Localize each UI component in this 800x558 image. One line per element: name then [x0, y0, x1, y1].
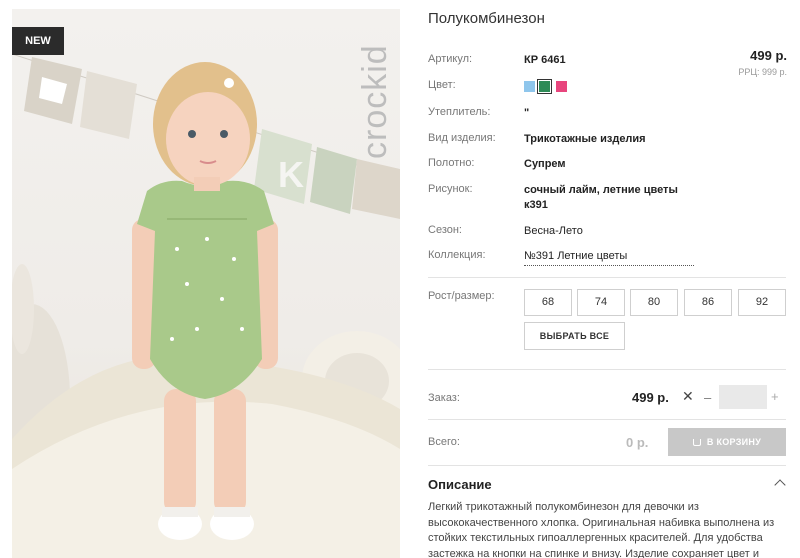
product-price: 499 р. — [750, 48, 787, 63]
add-to-cart-button[interactable]: В КОРЗИНУ — [668, 428, 786, 456]
product-title: Полукомбинезон — [428, 10, 545, 27]
select-all-sizes-button[interactable]: ВЫБРАТЬ ВСЕ — [524, 322, 625, 350]
article-value: КР 6461 — [524, 54, 566, 66]
description-text: Легкий трикотажный полукомбинезон для де… — [428, 501, 775, 558]
cart-icon — [692, 439, 701, 446]
color-label: Цвет: — [428, 79, 456, 91]
add-to-cart-label: В КОРЗИНУ — [706, 437, 762, 447]
svg-text:K: K — [278, 154, 304, 195]
new-badge: NEW — [12, 27, 64, 55]
order-price: 499 р. — [632, 390, 669, 405]
fabric-label: Полотно: — [428, 157, 475, 169]
season-label: Сезон: — [428, 224, 462, 236]
size-option-86[interactable]: 86 — [684, 289, 732, 316]
insulation-label: Утеплитель: — [428, 106, 491, 118]
size-option-68[interactable]: 68 — [524, 289, 572, 316]
insulation-value: " — [524, 107, 530, 119]
size-option-92[interactable]: 92 — [738, 289, 786, 316]
color-swatch-pink[interactable] — [556, 81, 567, 92]
collection-label: Коллекция: — [428, 249, 486, 261]
divider — [428, 419, 786, 420]
increase-quantity-button[interactable]: + — [771, 389, 779, 404]
times-icon: ✕ — [682, 388, 694, 404]
pattern-label: Рисунок: — [428, 183, 473, 195]
quantity-input[interactable] — [719, 385, 767, 409]
type-label: Вид изделия: — [428, 132, 496, 144]
chevron-up-icon[interactable] — [774, 479, 786, 491]
decrease-quantity-button[interactable]: – — [704, 390, 711, 405]
total-label: Всего: — [428, 436, 460, 448]
product-image: K — [12, 53, 400, 558]
type-value: Трикотажные изделия — [524, 133, 646, 145]
pattern-value: сочный лайм, летние цветы к391 — [524, 184, 678, 211]
size-option-80[interactable]: 80 — [630, 289, 678, 316]
size-label: Рост/размер: — [428, 290, 495, 302]
recommended-price: РРЦ: 999 р. — [738, 67, 787, 77]
size-option-74[interactable]: 74 — [577, 289, 625, 316]
description-title[interactable]: Описание — [428, 477, 492, 492]
color-swatch-light-blue[interactable] — [524, 81, 535, 92]
collection-link[interactable]: №391 Летние цветы — [524, 249, 694, 266]
divider — [428, 465, 786, 466]
order-label: Заказ: — [428, 392, 460, 404]
fabric-value: Супрем — [524, 158, 566, 170]
product-photo[interactable]: K NEW crockid — [12, 9, 400, 558]
divider — [428, 277, 786, 278]
season-value: Весна-Лето — [524, 225, 583, 237]
brand-logo: crockid — [356, 44, 394, 160]
total-value: 0 р. — [626, 435, 649, 450]
article-label: Артикул: — [428, 53, 473, 65]
color-swatch-green[interactable] — [537, 79, 552, 94]
divider — [428, 369, 786, 370]
